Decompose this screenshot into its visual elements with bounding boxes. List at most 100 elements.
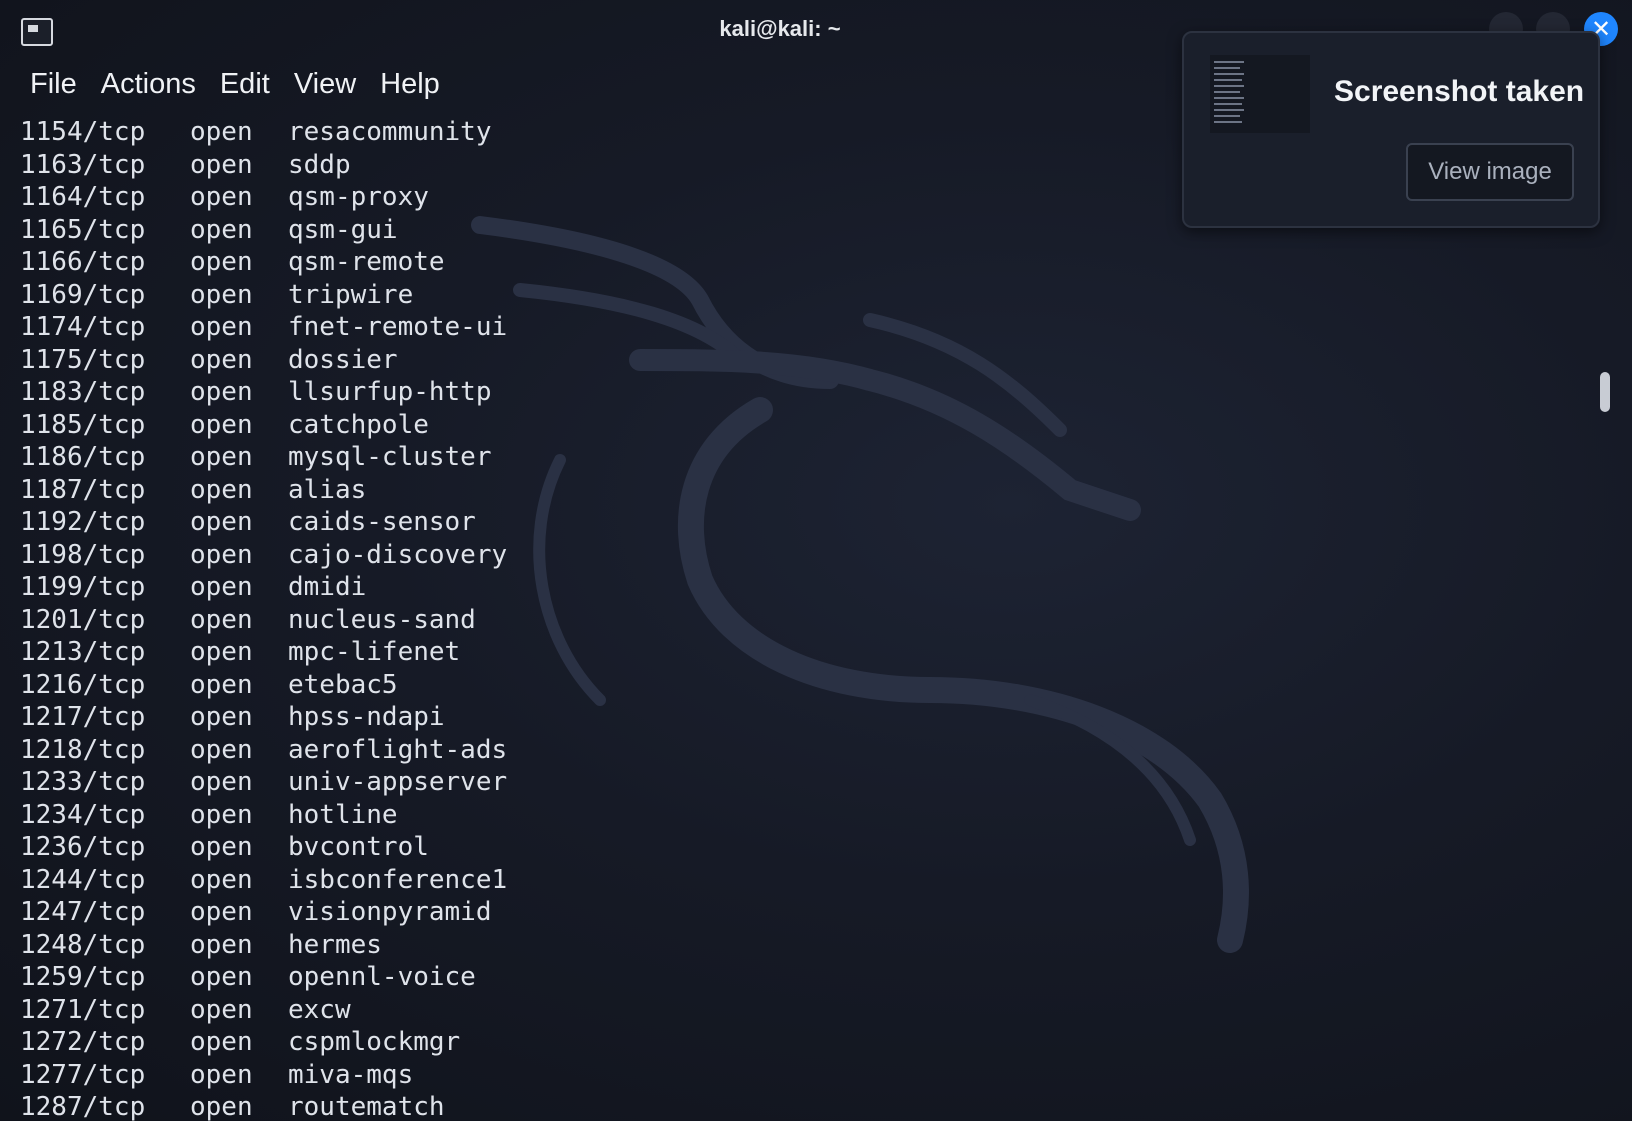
port-state: open	[190, 214, 253, 245]
port-number: 1175/tcp	[20, 344, 146, 375]
service-name: qsm-remote	[288, 247, 445, 277]
terminal-window: kali@kali: ~ ✕ File Actions Edit View He…	[0, 0, 1632, 1121]
terminal-line: 1216/tcp open etebac5	[20, 669, 1120, 702]
service-name: llsurfup-http	[288, 377, 492, 407]
service-name: hotline	[288, 799, 398, 830]
port-number: 1233/tcp	[20, 767, 146, 797]
port-number: 1277/tcp	[20, 1059, 146, 1090]
port-state: open	[190, 767, 253, 797]
terminal-line: 1217/tcp open hpss-ndapi	[20, 701, 1120, 734]
menu-help[interactable]: Help	[368, 64, 452, 108]
port-state: open	[190, 279, 253, 310]
menu-edit[interactable]: Edit	[208, 64, 282, 108]
terminal-line: 1169/tcp open tripwire	[20, 279, 1120, 312]
port-state: open	[190, 604, 253, 635]
port-state: open	[190, 1092, 253, 1121]
menu-file[interactable]: File	[18, 64, 89, 108]
screenshot-thumbnail[interactable]	[1210, 55, 1310, 133]
port-state: open	[190, 474, 253, 505]
port-number: 1216/tcp	[20, 669, 146, 700]
terminal-line: 1198/tcp open cajo-discovery	[20, 539, 1120, 572]
scrollbar-thumb[interactable]	[1600, 372, 1610, 412]
port-number: 1174/tcp	[20, 312, 146, 342]
terminal-line: 1192/tcp open caids-sensor	[20, 506, 1120, 539]
port-number: 1169/tcp	[20, 279, 146, 310]
service-name: univ-appserver	[288, 767, 508, 797]
menu-actions[interactable]: Actions	[89, 64, 208, 108]
terminal-line: 1166/tcp open qsm-remote	[20, 246, 1120, 279]
port-number: 1166/tcp	[20, 247, 146, 277]
terminal-line: 1186/tcp open mysql-cluster	[20, 441, 1120, 474]
port-state: open	[190, 734, 253, 765]
terminal-line: 1213/tcp open mpc-lifenet	[20, 636, 1120, 669]
service-name: aeroflight-ads	[288, 734, 508, 765]
terminal-line: 1175/tcp open dossier	[20, 344, 1120, 377]
service-name: mysql-cluster	[288, 442, 492, 472]
port-number: 1234/tcp	[20, 799, 146, 830]
service-name: nucleus-sand	[288, 604, 476, 635]
service-name: fnet-remote-ui	[288, 312, 508, 342]
port-number: 1244/tcp	[20, 864, 146, 895]
service-name: opennl-voice	[288, 962, 476, 992]
service-name: excw	[288, 994, 351, 1025]
port-state: open	[190, 669, 253, 700]
port-state: open	[190, 799, 253, 830]
terminal-line: 1199/tcp open dmidi	[20, 571, 1120, 604]
terminal-line: 1201/tcp open nucleus-sand	[20, 604, 1120, 637]
port-state: open	[190, 149, 253, 180]
service-name: qsm-proxy	[288, 182, 429, 212]
terminal-line: 1277/tcp open miva-mqs	[20, 1059, 1120, 1092]
terminal-line: 1271/tcp open excw	[20, 994, 1120, 1027]
terminal-line: 1244/tcp open isbconference1	[20, 864, 1120, 897]
menu-view[interactable]: View	[282, 64, 368, 108]
terminal-line: 1236/tcp open bvcontrol	[20, 831, 1120, 864]
terminal-line: 1287/tcp open routematch	[20, 1091, 1120, 1121]
terminal-line: 1272/tcp open cspmlockmgr	[20, 1026, 1120, 1059]
service-name: bvcontrol	[288, 832, 429, 862]
port-state: open	[190, 344, 253, 375]
port-state: open	[190, 409, 253, 440]
port-state: open	[190, 702, 253, 732]
port-state: open	[190, 117, 253, 147]
port-number: 1187/tcp	[20, 474, 146, 505]
service-name: cajo-discovery	[288, 539, 508, 570]
notification-title: Screenshot taken	[1334, 75, 1585, 108]
port-state: open	[190, 994, 253, 1025]
terminal-line: 1154/tcp open resacommunity	[20, 116, 1120, 149]
service-name: visionpyramid	[288, 897, 492, 927]
terminal-line: 1234/tcp open hotline	[20, 799, 1120, 832]
port-state: open	[190, 182, 253, 212]
port-number: 1272/tcp	[20, 1027, 146, 1057]
screenshot-notification: Screenshot taken View image	[1182, 31, 1600, 228]
port-number: 1185/tcp	[20, 409, 146, 440]
port-state: open	[190, 572, 253, 602]
port-state: open	[190, 864, 253, 895]
port-number: 1201/tcp	[20, 604, 146, 635]
port-state: open	[190, 377, 253, 407]
port-state: open	[190, 442, 253, 472]
port-number: 1247/tcp	[20, 897, 146, 927]
port-number: 1271/tcp	[20, 994, 146, 1025]
port-number: 1259/tcp	[20, 962, 146, 992]
terminal-line: 1183/tcp open llsurfup-http	[20, 376, 1120, 409]
terminal-line: 1187/tcp open alias	[20, 474, 1120, 507]
view-image-button[interactable]: View image	[1406, 143, 1574, 201]
port-number: 1183/tcp	[20, 377, 146, 407]
port-number: 1198/tcp	[20, 539, 146, 570]
port-number: 1236/tcp	[20, 832, 146, 862]
service-name: tripwire	[288, 279, 414, 310]
service-name: hpss-ndapi	[288, 702, 445, 732]
service-name: alias	[288, 474, 367, 505]
port-state: open	[190, 637, 253, 667]
terminal-line: 1185/tcp open catchpole	[20, 409, 1120, 442]
menu-bar: File Actions Edit View Help	[18, 64, 452, 108]
terminal-output[interactable]: 1154/tcp open resacommunity 1163/tcp open sdd…	[20, 116, 1120, 1121]
terminal-line: 1163/tcp open sddp	[20, 149, 1120, 182]
service-name: resacommunity	[288, 117, 492, 147]
port-state: open	[190, 312, 253, 342]
port-number: 1154/tcp	[20, 117, 146, 147]
port-state: open	[190, 929, 253, 960]
service-name: routematch	[288, 1092, 445, 1121]
terminal-line: 1218/tcp open aeroflight-ads	[20, 734, 1120, 767]
terminal-line: 1248/tcp open hermes	[20, 929, 1120, 962]
